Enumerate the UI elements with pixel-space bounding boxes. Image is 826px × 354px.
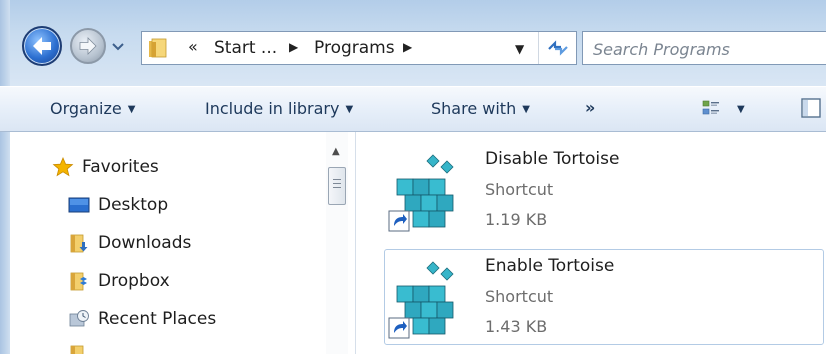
explorer-window: « Start ... ▶ Programs ▶ ▼ Organize ▼ Inc…: [0, 0, 826, 354]
file-name: Enable Tortoise: [485, 256, 615, 276]
file-name: Disable Tortoise: [485, 149, 620, 169]
address-bar[interactable]: « Start ... ▶ Programs ▶ ▼: [141, 31, 577, 65]
nav-item-label: Desktop: [98, 195, 169, 215]
registry-shortcut-icon: [388, 261, 454, 339]
breadcrumb-separator-arrow-icon[interactable]: ▶: [289, 40, 298, 54]
scrollbar-thumb[interactable]: [328, 167, 346, 205]
breadcrumb-programs[interactable]: Programs: [314, 38, 395, 58]
command-bar: Organize ▼ Include in library ▼ Share with…: [0, 86, 826, 132]
scroll-up-arrow-icon[interactable]: ▲: [332, 146, 340, 157]
address-divider: [538, 32, 539, 64]
recent-places-icon: [69, 310, 89, 327]
nav-item-label: Favorites: [82, 157, 159, 177]
include-in-library-label: Include in library: [205, 99, 340, 118]
preview-pane-icon[interactable]: [800, 97, 822, 119]
nav-pane-scrollbar[interactable]: ▲: [326, 132, 348, 354]
change-view-icon[interactable]: [702, 99, 720, 117]
breadcrumb-separator-arrow-icon[interactable]: ▶: [403, 40, 412, 54]
share-with-button[interactable]: Share with ▼: [431, 99, 530, 118]
more-commands-button[interactable]: »: [585, 98, 595, 117]
scrollbar-grip: [333, 179, 341, 191]
star-icon: [52, 157, 74, 177]
downloads-folder-icon: [70, 234, 88, 253]
file-item-enable-tortoise[interactable]: Enable Tortoise Shortcut 1.43 KB: [384, 249, 824, 345]
file-type: Shortcut: [485, 180, 554, 199]
file-size: 1.43 KB: [485, 317, 548, 336]
chevron-down-icon: ▼: [127, 104, 136, 115]
back-arrow-icon: [33, 37, 51, 55]
search-box[interactable]: [582, 31, 826, 65]
registry-shortcut-icon: [388, 154, 454, 232]
views-dropdown-icon[interactable]: ▼: [737, 104, 745, 115]
dropbox-folder-icon: [70, 272, 87, 291]
address-overflow-chevron[interactable]: «: [188, 37, 198, 56]
chevron-down-icon: ▼: [522, 104, 530, 115]
address-dropdown-icon[interactable]: ▼: [515, 42, 524, 56]
desktop-icon: [68, 197, 90, 213]
file-size: 1.19 KB: [485, 210, 548, 229]
window-frame-edge: [0, 0, 10, 354]
search-input[interactable]: [591, 36, 825, 62]
folder-icon: [149, 38, 167, 58]
share-with-label: Share with: [431, 99, 517, 118]
nav-item-label: Downloads: [98, 233, 192, 253]
nav-item-label: Dropbox: [98, 271, 170, 291]
file-type: Shortcut: [485, 287, 554, 306]
history-chevron-down-icon[interactable]: [111, 42, 125, 52]
nav-item-label: Recent Places: [98, 309, 217, 329]
refresh-button[interactable]: [544, 36, 572, 60]
navigation-pane: Favorites Desktop Downloads Dropbox Rece…: [10, 132, 356, 354]
file-item-disable-tortoise[interactable]: Disable Tortoise Shortcut 1.19 KB: [384, 142, 824, 238]
file-list: Disable Tortoise Shortcut 1.19 KB Enable…: [356, 132, 826, 354]
forward-arrow-icon: [79, 37, 97, 55]
organize-label: Organize: [50, 99, 122, 118]
back-button[interactable]: [22, 26, 62, 66]
include-in-library-button[interactable]: Include in library ▼: [205, 99, 353, 118]
chevron-down-icon: ▼: [345, 104, 354, 115]
breadcrumb-start[interactable]: Start ...: [214, 38, 277, 58]
forward-button[interactable]: [70, 28, 106, 64]
folder-icon: [70, 345, 84, 354]
title-address-band: « Start ... ▶ Programs ▶ ▼: [0, 0, 826, 86]
organize-menu-button[interactable]: Organize ▼: [50, 99, 135, 118]
